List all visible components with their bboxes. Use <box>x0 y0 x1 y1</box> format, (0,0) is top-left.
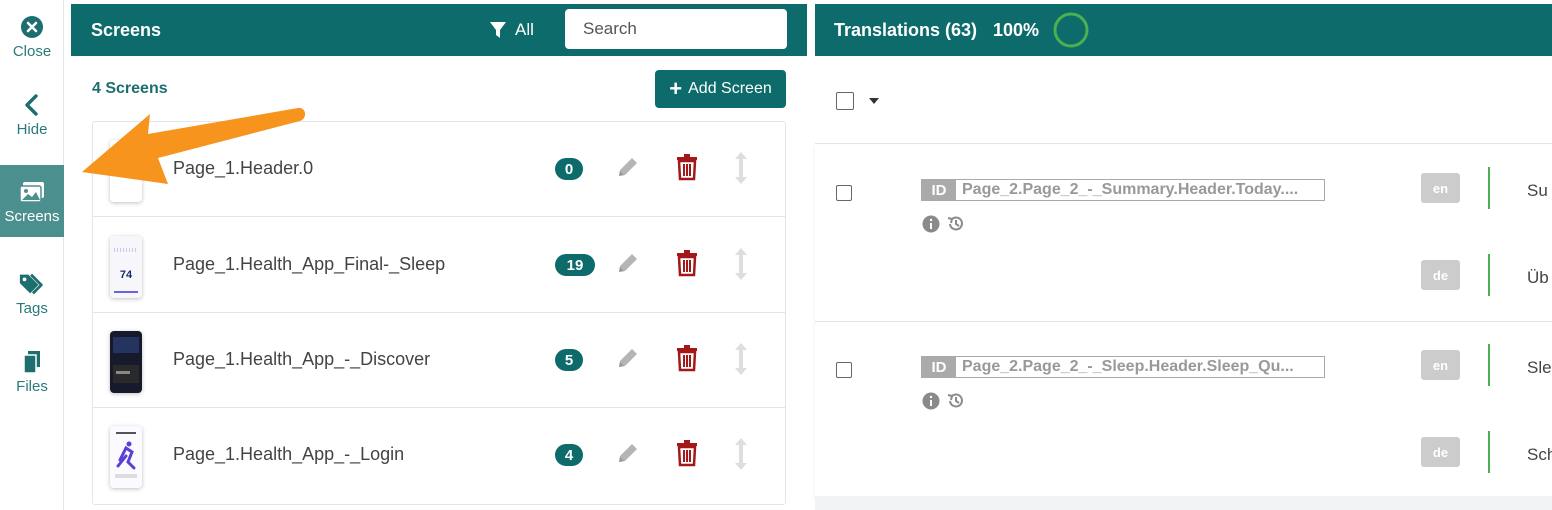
screen-row[interactable]: Page_1.Health_App_-_Login 4 <box>93 408 785 503</box>
select-all-checkbox[interactable] <box>836 92 854 110</box>
screen-thumbnail <box>110 331 142 393</box>
status-bar <box>1488 167 1490 209</box>
add-screen-label: Add Screen <box>688 80 772 97</box>
pencil-icon[interactable] <box>615 345 641 376</box>
filter-button[interactable]: All <box>489 18 534 42</box>
translation-count-badge: 5 <box>555 349 583 371</box>
screen-row[interactable]: Page_1.Header.0 0 <box>93 122 785 217</box>
pencil-icon[interactable] <box>615 154 641 185</box>
key-id-value: Page_2.Page_2_-_Summary.Header.Today.... <box>962 181 1299 198</box>
list-footer <box>815 496 1552 510</box>
chevron-left-icon <box>18 91 46 119</box>
screen-name: Page_1.Health_App_-_Login <box>173 444 405 464</box>
translations-title: Translations (63) <box>834 20 978 40</box>
images-icon <box>18 178 46 206</box>
panel-title: Screens <box>91 20 162 40</box>
plus-icon: + <box>669 76 683 101</box>
filter-label: All <box>515 20 534 39</box>
files-icon <box>18 348 46 376</box>
key-id-field[interactable]: ID Page_2.Page_2_-_Sleep.Header.Sleep_Qu… <box>921 356 1325 378</box>
tags-icon <box>18 270 46 298</box>
screens-panel: Screens All 4 Screens + Add Screen Page_… <box>71 4 807 510</box>
sidebar-item-tags[interactable]: Tags <box>0 257 64 329</box>
info-icon[interactable] <box>922 215 940 238</box>
sidebar-item-label: Files <box>16 377 48 395</box>
screens-panel-header: Screens All <box>71 4 807 56</box>
translation-text[interactable]: Sch <box>1527 445 1552 465</box>
screen-name: Page_1.Header.0 <box>173 158 314 178</box>
sidebar-item-hide[interactable]: Hide <box>0 78 64 150</box>
thumbnail-value: 74 <box>120 269 133 281</box>
sidebar-item-label: Hide <box>16 120 48 138</box>
sidebar-item-label: Screens <box>4 207 60 225</box>
drag-handle-icon[interactable] <box>731 341 751 382</box>
history-icon[interactable] <box>946 214 966 239</box>
pencil-icon[interactable] <box>615 440 641 471</box>
pencil-icon[interactable] <box>615 250 641 281</box>
sidebar-item-close[interactable]: Close <box>0 0 64 72</box>
trash-icon[interactable] <box>675 439 699 472</box>
status-bar <box>1488 431 1490 473</box>
screen-row[interactable]: 74 Page_1.Health_App_Final-_Sleep 19 <box>93 218 785 313</box>
trash-icon[interactable] <box>675 153 699 186</box>
translation-count-badge: 0 <box>555 158 583 180</box>
language-badge: de <box>1421 437 1460 467</box>
drag-handle-icon[interactable] <box>731 246 751 287</box>
translations-panel-header: Translations (63) 100% <box>815 4 1552 56</box>
key-id-field[interactable]: ID Page_2.Page_2_-_Summary.Header.Today.… <box>921 179 1325 201</box>
filter-icon <box>490 22 506 38</box>
sidebar-item-label: Close <box>12 42 52 60</box>
drag-handle-icon[interactable] <box>731 436 751 477</box>
language-badge: de <box>1421 260 1460 290</box>
screen-row[interactable]: Page_1.Health_App_-_Discover 5 <box>93 313 785 408</box>
translations-panel: Translations (63) 100% ID Page_2.Page_2_… <box>815 4 1552 510</box>
screen-name: Page_1.Health_App_Final-_Sleep <box>173 254 446 274</box>
app-root: Close Hide Screens Tags Files Screens Al… <box>0 0 1552 510</box>
close-circle-icon <box>18 13 46 41</box>
sidebar-item-screens[interactable]: Screens <box>0 165 64 237</box>
id-label: ID <box>922 180 956 200</box>
translation-count-badge: 19 <box>555 254 595 276</box>
history-icon[interactable] <box>946 391 966 416</box>
search-input[interactable] <box>565 9 787 49</box>
sidebar-item-label: Tags <box>16 299 48 317</box>
screen-name: Page_1.Health_App_-_Discover <box>173 349 431 369</box>
sidebar-item-files[interactable]: Files <box>0 335 64 407</box>
caret-down-icon[interactable] <box>869 98 879 104</box>
trash-icon[interactable] <box>675 249 699 282</box>
entry-checkbox[interactable] <box>836 362 852 378</box>
language-badge: en <box>1421 350 1460 380</box>
translation-count-badge: 4 <box>555 444 583 466</box>
translation-text[interactable]: Sle <box>1527 358 1552 378</box>
trash-icon[interactable] <box>675 344 699 377</box>
sidebar-rail: Close Hide Screens Tags Files <box>0 0 64 510</box>
screen-thumbnail <box>110 426 142 488</box>
screen-thumbnail: 74 <box>110 236 142 298</box>
status-bar <box>1488 254 1490 296</box>
drag-handle-icon[interactable] <box>731 150 751 191</box>
screen-list: Page_1.Header.0 0 74 Page_1.Health_App_F… <box>92 121 786 505</box>
entry-checkbox[interactable] <box>836 185 852 201</box>
screens-count: 4 Screens <box>92 80 168 97</box>
language-badge: en <box>1421 173 1460 203</box>
status-bar <box>1488 344 1490 386</box>
select-all-row <box>815 56 1552 144</box>
info-icon[interactable] <box>922 392 940 415</box>
key-id-value: Page_2.Page_2_-_Sleep.Header.Sleep_Qu... <box>962 358 1294 375</box>
add-screen-button[interactable]: + Add Screen <box>655 70 786 108</box>
id-label: ID <box>922 357 956 377</box>
translation-text[interactable]: Üb <box>1527 268 1549 288</box>
screen-thumbnail <box>110 140 142 202</box>
translation-entry: ID Page_2.Page_2_-_Summary.Header.Today.… <box>815 145 1552 322</box>
progress-ring-icon <box>1053 12 1089 48</box>
translation-text[interactable]: Su <box>1527 181 1548 201</box>
progress-percent: 100% <box>993 20 1040 40</box>
translation-entry: ID Page_2.Page_2_-_Sleep.Header.Sleep_Qu… <box>815 322 1552 499</box>
